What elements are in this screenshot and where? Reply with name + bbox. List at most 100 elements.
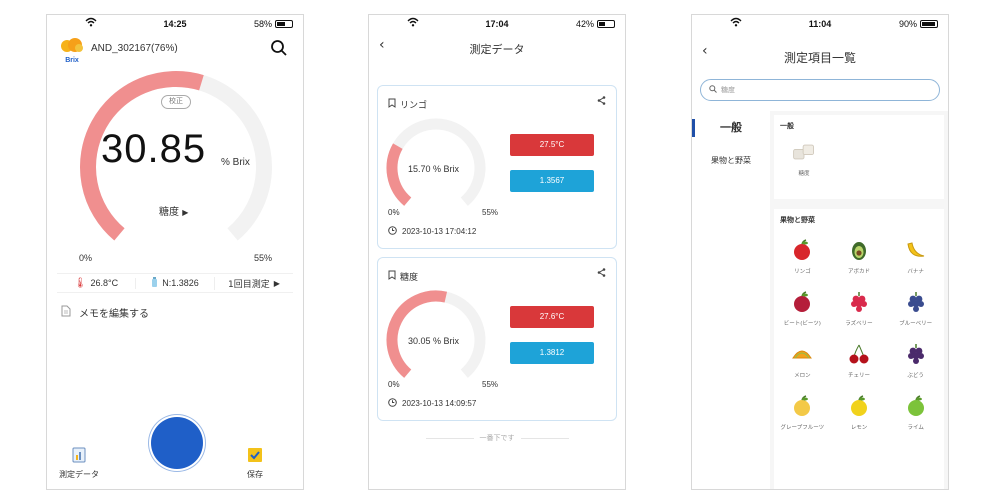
section-title: 果物と野菜 bbox=[780, 216, 815, 224]
data-list-icon bbox=[72, 447, 86, 465]
device-name: AND_302167(76%) bbox=[91, 43, 178, 54]
item-label: ライム bbox=[907, 425, 924, 431]
brix-unit: % Brix bbox=[221, 157, 250, 168]
gauge-max-label: 55% bbox=[482, 208, 499, 217]
banana-icon bbox=[903, 237, 929, 263]
nd-value: N:1.3826 bbox=[162, 278, 199, 288]
share-icon[interactable] bbox=[597, 96, 606, 108]
share-icon[interactable] bbox=[597, 268, 606, 280]
item-label: バナナ bbox=[907, 269, 924, 275]
item-apple[interactable]: リンゴ bbox=[774, 237, 831, 275]
mode-label: 糖度 bbox=[159, 207, 179, 218]
melon-icon bbox=[789, 341, 815, 367]
item-raspberry[interactable]: ラズベリー bbox=[831, 289, 888, 327]
beet-icon bbox=[789, 289, 815, 315]
category-general[interactable]: 一般 bbox=[692, 119, 770, 137]
gauge-track bbox=[386, 118, 486, 206]
record-time: 2023-10-13 14:09:57 bbox=[402, 399, 477, 408]
play-icon: ▶ bbox=[273, 278, 280, 288]
memo-label: メモを編集する bbox=[79, 309, 149, 320]
record-time: 2023-10-13 17:04:12 bbox=[402, 227, 477, 236]
search-icon[interactable] bbox=[270, 39, 288, 61]
item-label: 糖度 bbox=[798, 171, 810, 177]
record-name: リンゴ bbox=[400, 101, 428, 111]
nd-badge: 1.3567 bbox=[510, 170, 594, 192]
item-blueberry[interactable]: ブルーベリー bbox=[887, 289, 944, 327]
item-lime[interactable]: ライム bbox=[887, 393, 944, 431]
battery-percent: 42% bbox=[575, 19, 594, 29]
grape-icon bbox=[903, 341, 929, 367]
search-input[interactable]: 糖度 bbox=[700, 79, 940, 101]
search-placeholder: 糖度 bbox=[721, 86, 735, 94]
item-label: レモン bbox=[850, 425, 868, 431]
item-beet[interactable]: ビート(ビーツ) bbox=[774, 289, 831, 327]
gauge-min-label: 0% bbox=[79, 253, 93, 263]
calibrate-button[interactable]: 校正 bbox=[161, 95, 191, 109]
gauge-max-label: 55% bbox=[254, 253, 273, 263]
tab-save[interactable]: 保存 bbox=[247, 447, 263, 480]
clock-icon bbox=[388, 226, 397, 237]
record-card[interactable]: リンゴ 15.70 % Brix 0% 55% 27.5°C 1.3567 20… bbox=[377, 85, 617, 249]
item-label: グレープフルーツ bbox=[780, 425, 825, 431]
measure-button[interactable] bbox=[151, 417, 203, 469]
avocado-icon bbox=[846, 237, 872, 263]
record-value: 30.05 % Brix bbox=[408, 336, 460, 346]
save-icon bbox=[247, 447, 263, 465]
tab-data-label: 測定データ bbox=[59, 470, 99, 479]
single-measure-button[interactable]: 1回目測定 ▶ bbox=[215, 277, 293, 290]
item-cherry[interactable]: チェリー bbox=[831, 341, 888, 379]
logo-text: Brix bbox=[65, 57, 79, 64]
edit-memo-button[interactable]: メモを編集する bbox=[61, 305, 149, 320]
status-bar: 11:04 90% bbox=[692, 15, 948, 33]
info-bar: 🌡︎ 26.8°C N:1.3826 1回目測定 ▶ bbox=[57, 273, 293, 293]
item-lemon[interactable]: レモン bbox=[831, 393, 888, 431]
record-name: 糖度 bbox=[400, 273, 419, 283]
tab-save-label: 保存 bbox=[247, 470, 263, 479]
item-label: チェリー bbox=[847, 373, 870, 379]
raspberry-icon bbox=[846, 289, 872, 315]
play-icon: ▶ bbox=[182, 208, 189, 217]
battery-percent: 90% bbox=[898, 19, 917, 29]
end-of-list-note: 一番下です bbox=[369, 433, 625, 443]
page-title: 測定データ bbox=[469, 43, 525, 56]
temperature-value: 26.8°C bbox=[90, 278, 119, 288]
item-label: ビート(ビーツ) bbox=[783, 321, 821, 327]
item-grapefruit[interactable]: グレープフルーツ bbox=[774, 393, 831, 431]
measurement-items-screen: 11:04 90% ‹ 測定項目一覧 糖度 一般 果物と野菜 一般 糖度 果物と… bbox=[691, 14, 949, 490]
measure-screen: 14:25 58% Brix AND_302167(76%) 校正 30.85 … bbox=[46, 14, 304, 490]
grapefruit-icon bbox=[789, 393, 815, 419]
item-label: ラズベリー bbox=[845, 321, 873, 327]
nd-badge: 1.3812 bbox=[510, 342, 594, 364]
page-title: 測定項目一覧 bbox=[783, 51, 856, 65]
item-banana[interactable]: バナナ bbox=[887, 237, 944, 275]
item-label: メロン bbox=[794, 373, 811, 379]
status-bar: 14:25 58% bbox=[47, 15, 303, 33]
measurement-data-screen: 17:04 42% ‹ 測定データ リンゴ 15.70 % Brix 0% 55… bbox=[368, 14, 626, 490]
bookmark-icon[interactable] bbox=[388, 270, 396, 283]
tab-measurement-data[interactable]: 測定データ bbox=[59, 447, 99, 480]
battery-icon bbox=[597, 20, 615, 28]
apple-icon bbox=[789, 237, 815, 263]
bookmark-icon[interactable] bbox=[388, 98, 396, 111]
lime-icon bbox=[903, 393, 929, 419]
gauge-min-label: 0% bbox=[388, 380, 400, 389]
section-fruits-vegetables: 果物と野菜 リンゴ アボカド バナナビート(ビーツ) ラズベリー ブルーベリーメロン チェ… bbox=[774, 209, 944, 489]
gauge-min-label: 0% bbox=[388, 208, 400, 217]
item-sugar[interactable]: 糖度 bbox=[774, 139, 834, 177]
item-grape[interactable]: ぶどう bbox=[887, 341, 944, 379]
gauge-fill bbox=[386, 143, 412, 206]
item-avocado[interactable]: アボカド bbox=[831, 237, 888, 275]
temperature-badge: 27.6°C bbox=[510, 306, 594, 328]
brix-value: 30.85 bbox=[101, 127, 207, 171]
sugar-cubes-icon bbox=[791, 139, 817, 165]
section-title: 一般 bbox=[780, 122, 794, 130]
item-label: ぶどう bbox=[907, 373, 924, 379]
record-card[interactable]: 糖度 30.05 % Brix 0% 55% 27.6°C 1.3812 202… bbox=[377, 257, 617, 421]
category-fruits-vegetables[interactable]: 果物と野菜 bbox=[692, 155, 770, 166]
mode-selector[interactable]: 糖度 ▶ bbox=[159, 203, 188, 218]
item-label: アボカド bbox=[847, 269, 870, 275]
item-melon[interactable]: メロン bbox=[774, 341, 831, 379]
bottle-icon bbox=[151, 276, 158, 290]
lemon-icon bbox=[846, 393, 872, 419]
status-bar: 17:04 42% bbox=[369, 15, 625, 33]
